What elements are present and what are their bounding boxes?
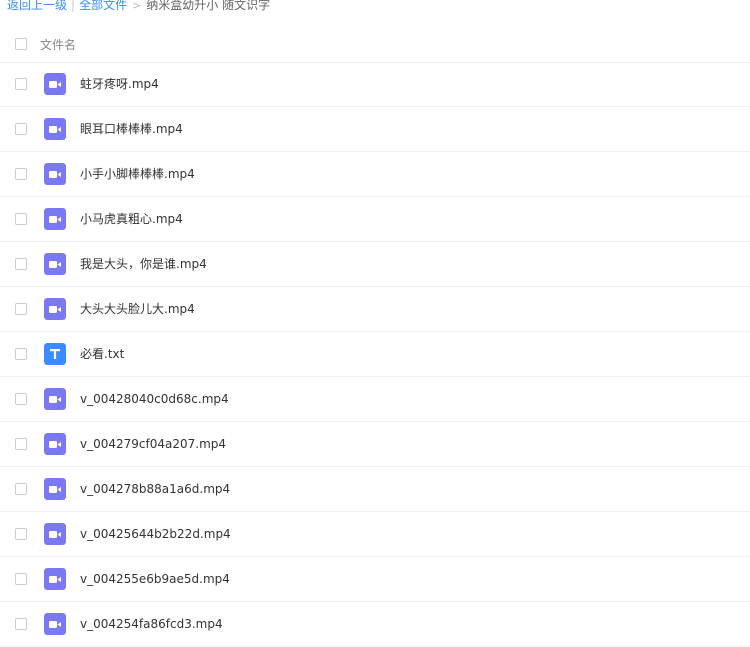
video-icon — [44, 613, 66, 635]
file-row[interactable]: v_004279cf04a207.mp4 — [0, 422, 750, 467]
back-link[interactable]: 返回上一级 — [7, 0, 67, 12]
file-row[interactable]: 蛀牙疼呀.mp4 — [0, 62, 750, 107]
video-icon — [44, 478, 66, 500]
file-name[interactable]: 小手小脚棒棒棒.mp4 — [80, 166, 195, 182]
file-checkbox[interactable] — [15, 258, 27, 270]
text-file-icon — [44, 343, 66, 365]
breadcrumb-arrow-icon: > — [132, 0, 142, 12]
file-row[interactable]: 小马虎真粗心.mp4 — [0, 197, 750, 242]
file-row[interactable]: 我是大头，你是谁.mp4 — [0, 242, 750, 287]
file-checkbox[interactable] — [15, 573, 27, 585]
file-row[interactable]: 必看.txt — [0, 332, 750, 377]
video-icon — [44, 73, 66, 95]
file-name[interactable]: v_004254fa86fcd3.mp4 — [80, 616, 223, 632]
video-icon — [44, 523, 66, 545]
current-folder-name: 纳米盒幼升小 随文识字 — [146, 0, 271, 12]
file-name[interactable]: 大头大头脸儿大.mp4 — [80, 301, 195, 317]
video-icon — [44, 298, 66, 320]
file-name[interactable]: 必看.txt — [80, 346, 124, 362]
file-list: 蛀牙疼呀.mp4 眼耳口棒棒棒.mp4 小手小脚棒棒棒.mp4 小马虎真粗心.mp4 我… — [0, 62, 750, 647]
file-row[interactable]: v_004255e6b9ae5d.mp4 — [0, 557, 750, 602]
file-checkbox[interactable] — [15, 78, 27, 90]
video-icon — [44, 568, 66, 590]
video-icon — [44, 433, 66, 455]
file-row[interactable]: v_00425644b2b22d.mp4 — [0, 512, 750, 557]
file-checkbox[interactable] — [15, 528, 27, 540]
file-checkbox[interactable] — [15, 348, 27, 360]
file-checkbox[interactable] — [15, 393, 27, 405]
select-all-checkbox[interactable] — [15, 38, 27, 50]
file-row[interactable]: v_004254fa86fcd3.mp4 — [0, 602, 750, 647]
file-checkbox[interactable] — [15, 168, 27, 180]
file-name[interactable]: 我是大头，你是谁.mp4 — [80, 256, 207, 272]
file-checkbox[interactable] — [15, 213, 27, 225]
video-icon — [44, 253, 66, 275]
file-name[interactable]: v_00428040c0d68c.mp4 — [80, 391, 229, 407]
all-files-link[interactable]: 全部文件 — [79, 0, 127, 12]
file-row[interactable]: v_00428040c0d68c.mp4 — [0, 377, 750, 422]
video-icon — [44, 388, 66, 410]
breadcrumb-divider: | — [71, 0, 76, 12]
file-name[interactable]: v_004279cf04a207.mp4 — [80, 436, 226, 452]
file-row[interactable]: v_004278b88a1a6d.mp4 — [0, 467, 750, 512]
file-checkbox[interactable] — [15, 123, 27, 135]
file-name[interactable]: v_00425644b2b22d.mp4 — [80, 526, 231, 542]
file-row[interactable]: 眼耳口棒棒棒.mp4 — [0, 107, 750, 152]
file-name[interactable]: v_004278b88a1a6d.mp4 — [80, 481, 230, 497]
file-row[interactable]: 小手小脚棒棒棒.mp4 — [0, 152, 750, 197]
file-checkbox[interactable] — [15, 483, 27, 495]
file-checkbox[interactable] — [15, 303, 27, 315]
filename-column-header[interactable]: 文件名 — [40, 36, 76, 53]
file-name[interactable]: 眼耳口棒棒棒.mp4 — [80, 121, 183, 137]
file-row[interactable]: 大头大头脸儿大.mp4 — [0, 287, 750, 332]
file-list-header: 文件名 — [0, 24, 750, 63]
breadcrumb: 返回上一级 | 全部文件 > 纳米盒幼升小 随文识字 — [7, 0, 270, 13]
file-name[interactable]: 小马虎真粗心.mp4 — [80, 211, 183, 227]
video-icon — [44, 118, 66, 140]
file-checkbox[interactable] — [15, 438, 27, 450]
file-name[interactable]: v_004255e6b9ae5d.mp4 — [80, 571, 230, 587]
video-icon — [44, 163, 66, 185]
file-name[interactable]: 蛀牙疼呀.mp4 — [80, 76, 159, 92]
video-icon — [44, 208, 66, 230]
file-checkbox[interactable] — [15, 618, 27, 630]
